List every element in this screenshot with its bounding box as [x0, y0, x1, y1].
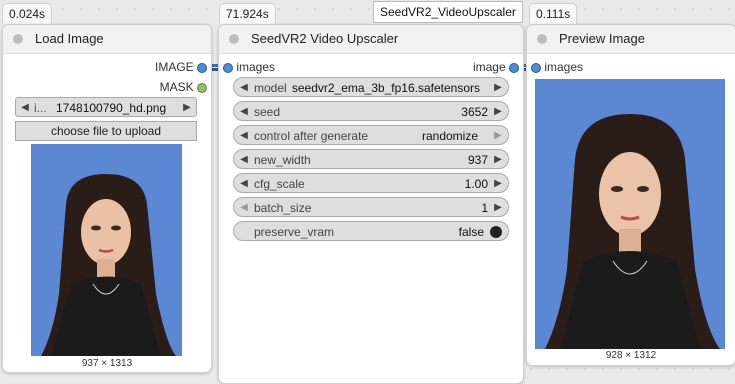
- left-arrow-icon[interactable]: ◀: [237, 78, 251, 98]
- input-images-socket[interactable]: [531, 62, 541, 73]
- preserve-vram-label: preserve_vram: [254, 225, 335, 239]
- image-file-prefix: i...: [34, 101, 47, 115]
- upscaler-title[interactable]: SeedVR2 Video Upscaler: [219, 25, 523, 54]
- model-widget[interactable]: ◀ model seedvr2_ema_3b_fp16.safetensors …: [233, 77, 509, 97]
- collapse-dot-icon[interactable]: [537, 34, 547, 44]
- model-value: seedvr2_ema_3b_fp16.safetensors: [291, 81, 480, 95]
- cfg-scale-label: cfg_scale: [254, 177, 305, 191]
- seed-label: seed: [254, 105, 281, 119]
- output-image-label: IMAGE: [154, 60, 194, 74]
- control-after-generate-widget[interactable]: ◀ control after generate randomize ▶: [233, 125, 509, 145]
- seed-widget[interactable]: ◀ seed 3652 ▶: [233, 101, 509, 121]
- output-mask[interactable]: MASK: [160, 80, 207, 94]
- output-image[interactable]: image: [473, 60, 519, 74]
- input-images-label: images: [544, 60, 584, 74]
- load-image-timer: 0.024s: [2, 3, 53, 24]
- control-after-generate-label: control after generate: [254, 129, 369, 143]
- output-image-socket[interactable]: [509, 62, 519, 73]
- left-arrow-icon[interactable]: ◀: [237, 126, 251, 146]
- portrait-image: [545, 114, 720, 349]
- right-arrow-icon[interactable]: ▶: [491, 78, 505, 98]
- upload-button[interactable]: choose file to upload: [15, 121, 197, 141]
- batch-size-widget[interactable]: ◀ batch_size 1 ▶: [233, 197, 509, 217]
- right-arrow-icon[interactable]: ▶: [180, 98, 194, 118]
- right-arrow-icon[interactable]: ▶: [491, 174, 505, 194]
- upscaler-node[interactable]: SeedVR2 Video Upscaler images image ◀ mo…: [218, 24, 524, 384]
- right-arrow-icon[interactable]: ▶: [491, 102, 505, 122]
- preview-timer: 0.111s: [529, 3, 578, 24]
- left-arrow-icon[interactable]: ◀: [237, 198, 251, 218]
- left-arrow-icon[interactable]: ◀: [237, 102, 251, 122]
- left-arrow-icon[interactable]: ◀: [237, 174, 251, 194]
- preview-image-title-text: Preview Image: [559, 31, 645, 46]
- left-arrow-icon[interactable]: ◀: [237, 150, 251, 170]
- input-images[interactable]: images: [223, 60, 275, 74]
- upscaler-timer: 71.924s: [219, 3, 276, 24]
- new-width-widget[interactable]: ◀ new_width 937 ▶: [233, 149, 509, 169]
- input-images[interactable]: images: [531, 60, 583, 74]
- load-image-title-text: Load Image: [35, 31, 104, 46]
- loaded-image-preview: [31, 144, 182, 356]
- input-images-label: images: [236, 60, 276, 74]
- preview-image-title[interactable]: Preview Image: [527, 25, 735, 54]
- output-image-socket[interactable]: [197, 62, 207, 73]
- preserve-vram-value: false: [458, 225, 484, 239]
- output-image[interactable]: IMAGE: [155, 60, 207, 74]
- new-width-value[interactable]: 937: [468, 150, 488, 170]
- image-file-value: 1748100790_hd.png: [56, 101, 167, 115]
- loaded-image-dims: 937 × 1313: [81, 358, 133, 369]
- batch-size-value[interactable]: 1: [481, 198, 488, 218]
- model-label: model: [254, 81, 287, 95]
- right-arrow-icon[interactable]: ▶: [491, 198, 505, 218]
- seed-value[interactable]: 3652: [461, 102, 488, 122]
- preview-image-node[interactable]: Preview Image images 928 × 1312: [526, 24, 735, 366]
- input-images-socket[interactable]: [223, 62, 233, 73]
- portrait-image: [41, 174, 176, 356]
- output-image-label: image: [472, 60, 506, 74]
- left-arrow-icon[interactable]: ◀: [18, 98, 32, 118]
- collapse-dot-icon[interactable]: [229, 34, 239, 44]
- right-arrow-icon[interactable]: ▶: [491, 126, 505, 146]
- preserve-vram-widget[interactable]: preserve_vram false: [233, 221, 509, 241]
- output-mask-label: MASK: [159, 80, 194, 94]
- control-after-generate-value: randomize: [421, 129, 478, 143]
- collapse-dot-icon[interactable]: [13, 34, 23, 44]
- toggle-icon[interactable]: [490, 226, 502, 238]
- output-mask-socket[interactable]: [197, 82, 207, 93]
- image-file-widget[interactable]: ◀ i... 1748100790_hd.png ▶: [15, 97, 197, 117]
- new-width-label: new_width: [254, 153, 311, 167]
- load-image-node[interactable]: Load Image IMAGE MASK ◀ i... 1748100790_…: [2, 24, 212, 373]
- load-image-title[interactable]: Load Image: [3, 25, 211, 54]
- right-arrow-icon[interactable]: ▶: [491, 150, 505, 170]
- batch-size-label: batch_size: [254, 201, 312, 215]
- cfg-scale-widget[interactable]: ◀ cfg_scale 1.00 ▶: [233, 173, 509, 193]
- preview-image-dims: 928 × 1312: [605, 350, 657, 361]
- node-type-tooltip: SeedVR2_VideoUpscaler: [373, 1, 523, 23]
- upscaler-title-text: SeedVR2 Video Upscaler: [251, 31, 399, 46]
- cfg-scale-value[interactable]: 1.00: [465, 174, 488, 194]
- preview-image: [535, 79, 725, 349]
